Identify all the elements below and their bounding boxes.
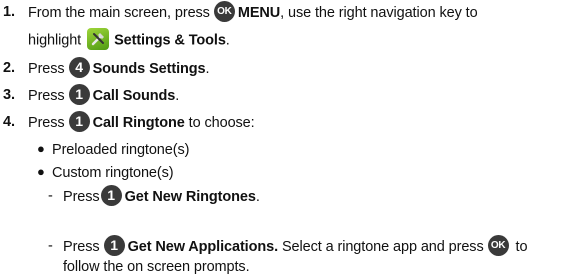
call-sounds-label: Call Sounds: [92, 88, 176, 104]
step-4-text-post: to choose:: [184, 115, 255, 131]
step-3-period: .: [175, 88, 180, 104]
sub-item-get-ringtones: Press 1 Get New Ringtones.: [63, 185, 260, 207]
bullet-icon: ●: [37, 164, 45, 179]
dash-marker: -: [48, 188, 53, 204]
call-ringtone-label: Call Ringtone: [92, 115, 185, 131]
step-1-line-1: From the main screen, press OK MENU, use t…: [28, 1, 478, 23]
menu-label: MENU: [237, 5, 281, 21]
bullet-icon: ●: [37, 141, 45, 156]
sub-item-continuation: follow the on screen prompts.: [63, 259, 250, 275]
step-4-text: Press: [28, 115, 65, 131]
ok-key-icon: OK: [213, 1, 235, 23]
step-4-number: 4.: [3, 114, 15, 130]
settings-tools-label: Settings & Tools: [114, 32, 226, 49]
key-1-icon: 1: [103, 235, 125, 257]
bullet-item: Preloaded ringtone(s): [52, 142, 190, 158]
sub-item-period: .: [255, 189, 260, 205]
step-3-line: Press 1 Call Sounds.: [28, 84, 180, 106]
sub-item-get-applications: Press 1 Get New Applications. Select a rin…: [63, 235, 528, 257]
step-2-period: .: [205, 61, 210, 77]
sub-item-text-mid: Select a ringtone app and press: [278, 239, 484, 255]
sub-item-text: Press: [63, 239, 100, 255]
sub-item-text: Press: [63, 189, 100, 205]
step-3-number: 3.: [3, 87, 15, 103]
instructions-page: { "steps": [ { "num": "1.", "line1": { "…: [0, 0, 585, 280]
sounds-settings-label: Sounds Settings: [92, 61, 206, 77]
settings-tools-icon: [87, 28, 110, 50]
step-2-line: Press 4 Sounds Settings.: [28, 57, 210, 79]
key-1-icon: 1: [68, 84, 90, 106]
key-1-icon: 1: [100, 185, 122, 207]
step-1-text-post: , use the right navigation key to: [280, 5, 478, 21]
key-4-icon: 4: [68, 57, 90, 79]
bullet-item: Custom ringtone(s): [52, 165, 174, 181]
ok-key-icon: OK: [487, 235, 509, 257]
dash-marker: -: [48, 238, 53, 254]
get-new-ringtones-label: Get New Ringtones: [124, 189, 256, 205]
step-2-number: 2.: [3, 60, 15, 76]
step-1-number: 1.: [3, 4, 15, 20]
key-1-icon: 1: [68, 111, 90, 133]
sub-item-text-post: to: [511, 239, 528, 255]
step-1-highlight-text: highlight: [28, 32, 82, 49]
step-1-line-2: highlight Settings & Tools.: [28, 28, 230, 50]
step-1-text: From the main screen, press: [28, 5, 210, 21]
step-3-text: Press: [28, 88, 65, 104]
step-2-text: Press: [28, 61, 65, 77]
step-1-period: .: [225, 32, 230, 49]
get-new-applications-label: Get New Applications.: [127, 239, 279, 255]
step-4-line: Press 1 Call Ringtone to choose:: [28, 111, 255, 133]
